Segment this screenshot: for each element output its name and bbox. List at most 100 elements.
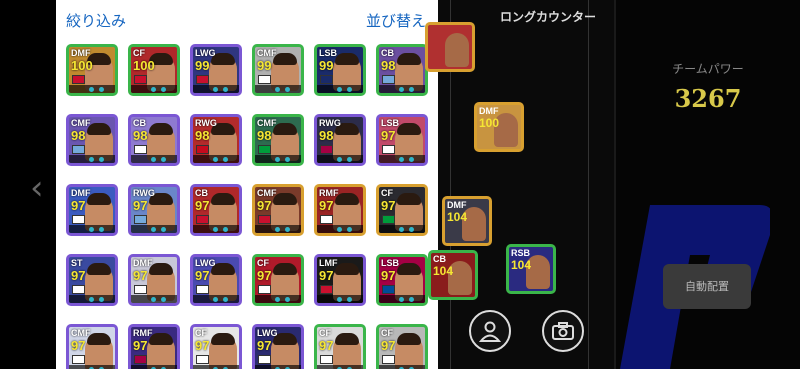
player-card[interactable]: LWG 99 — [190, 44, 242, 96]
player-card[interactable]: CB 97 — [190, 184, 242, 236]
skill-dots — [255, 295, 301, 303]
player-position: CMF — [71, 118, 91, 128]
chevron-left-icon[interactable]: ‹ — [30, 168, 50, 208]
player-card[interactable]: LWG 97 — [252, 324, 304, 369]
player-card[interactable]: LWG 97 — [190, 254, 242, 306]
skill-dots — [379, 295, 425, 303]
player-rating: 97 — [133, 268, 148, 283]
player-rating: 97 — [195, 198, 210, 213]
player-rating: 98 — [195, 128, 210, 143]
player-card[interactable]: DMF 100 — [66, 44, 118, 96]
pitch-player-card[interactable]: RSB 104 — [506, 244, 556, 294]
player-rating: 98 — [133, 128, 148, 143]
player-card[interactable]: RWG 97 — [128, 184, 180, 236]
player-card[interactable]: CMF 97 — [252, 184, 304, 236]
nation-flag-icon — [72, 285, 85, 294]
nation-flag-icon — [320, 145, 333, 154]
player-hair — [335, 333, 359, 345]
skill-dots — [131, 85, 177, 93]
player-card[interactable]: CF 97 — [376, 184, 428, 236]
nation-flag-icon — [258, 145, 271, 154]
player-card[interactable]: CF 97 — [190, 324, 242, 369]
player-card[interactable]: CMF 97 — [66, 324, 118, 369]
skill-dots — [193, 365, 239, 369]
player-card[interactable]: RMF 97 — [128, 324, 180, 369]
nation-flag-icon — [134, 355, 147, 364]
nation-flag-icon — [72, 75, 85, 84]
player-card[interactable]: CMF 99 — [252, 44, 304, 96]
skill-dots — [131, 155, 177, 163]
pitch-player-card[interactable]: CB 104 — [428, 250, 478, 300]
player-card[interactable]: RMF 97 — [314, 184, 366, 236]
player-rating: 97 — [319, 198, 334, 213]
player-card[interactable]: DMF 97 — [128, 254, 180, 306]
sort-button[interactable]: 並び替え — [366, 10, 426, 31]
skill-dots — [131, 365, 177, 369]
player-card[interactable]: RWG 98 — [314, 114, 366, 166]
nation-flag-icon — [382, 215, 395, 224]
player-hair — [87, 263, 111, 275]
nation-flag-icon — [320, 75, 333, 84]
person-icon — [479, 321, 501, 342]
skill-dots — [193, 225, 239, 233]
skill-dots — [317, 225, 363, 233]
skill-dots — [379, 155, 425, 163]
player-rating: 100 — [133, 58, 155, 73]
player-card[interactable]: CB 98 — [376, 44, 428, 96]
player-rating: 104 — [511, 258, 532, 272]
person-button[interactable] — [469, 310, 511, 352]
formation-style-title: ロングカウンター — [500, 10, 597, 24]
player-card[interactable]: LSB 97 — [376, 114, 428, 166]
nation-flag-icon — [72, 145, 85, 154]
filter-button[interactable]: 絞り込み — [66, 10, 126, 31]
pitch-player-card[interactable] — [425, 22, 475, 72]
player-position: DMF — [71, 188, 91, 198]
player-card[interactable]: CF 97 — [252, 254, 304, 306]
skill-dots — [379, 225, 425, 233]
player-position: RSB — [511, 248, 531, 258]
nation-flag-icon — [258, 285, 271, 294]
player-hair — [397, 193, 421, 205]
player-card[interactable]: CF 97 — [376, 324, 428, 369]
player-card[interactable]: ST 97 — [66, 254, 118, 306]
skill-dots — [379, 365, 425, 369]
player-card[interactable]: CMF 98 — [66, 114, 118, 166]
player-position: RMF — [133, 328, 153, 338]
player-hair — [149, 123, 173, 135]
player-position: CF — [257, 258, 269, 268]
nation-flag-icon — [196, 215, 209, 224]
player-card[interactable]: LSB 97 — [376, 254, 428, 306]
nation-flag-icon — [72, 215, 85, 224]
player-card[interactable]: LMF 97 — [314, 254, 366, 306]
nation-flag-icon — [134, 285, 147, 294]
player-position: DMF — [447, 200, 467, 210]
player-card[interactable]: CB 98 — [128, 114, 180, 166]
player-card[interactable]: RWG 98 — [190, 114, 242, 166]
skill-dots — [255, 155, 301, 163]
player-rating: 99 — [257, 58, 272, 73]
skill-dots — [317, 295, 363, 303]
nation-flag-icon — [382, 285, 395, 294]
player-position: LSB — [319, 48, 337, 58]
skill-dots — [193, 155, 239, 163]
skill-dots — [131, 225, 177, 233]
player-select-panel: 絞り込み 並び替え DMF 100 CF 100 LWG 99 CMF 99 LSB 99 CB 98… — [56, 0, 438, 369]
player-position: CF — [319, 328, 331, 338]
pitch-player-card[interactable]: DMF 104 — [442, 196, 492, 246]
player-position: RMF — [319, 188, 339, 198]
player-card[interactable]: CF 100 — [128, 44, 180, 96]
nation-flag-icon — [320, 215, 333, 224]
player-card[interactable]: DMF 97 — [66, 184, 118, 236]
camera-button[interactable] — [542, 310, 584, 352]
pitch-player-card[interactable]: DMF 100 — [474, 102, 524, 152]
player-rating: 97 — [71, 198, 86, 213]
player-hair — [397, 263, 421, 275]
player-card[interactable]: CMF 98 — [252, 114, 304, 166]
auto-arrange-button[interactable]: 自動配置 — [663, 264, 751, 309]
player-card[interactable]: CF 97 — [314, 324, 366, 369]
nation-flag-icon — [196, 355, 209, 364]
nation-flag-icon — [72, 355, 85, 364]
player-card[interactable]: LSB 99 — [314, 44, 366, 96]
skill-dots — [379, 85, 425, 93]
skill-dots — [69, 365, 115, 369]
